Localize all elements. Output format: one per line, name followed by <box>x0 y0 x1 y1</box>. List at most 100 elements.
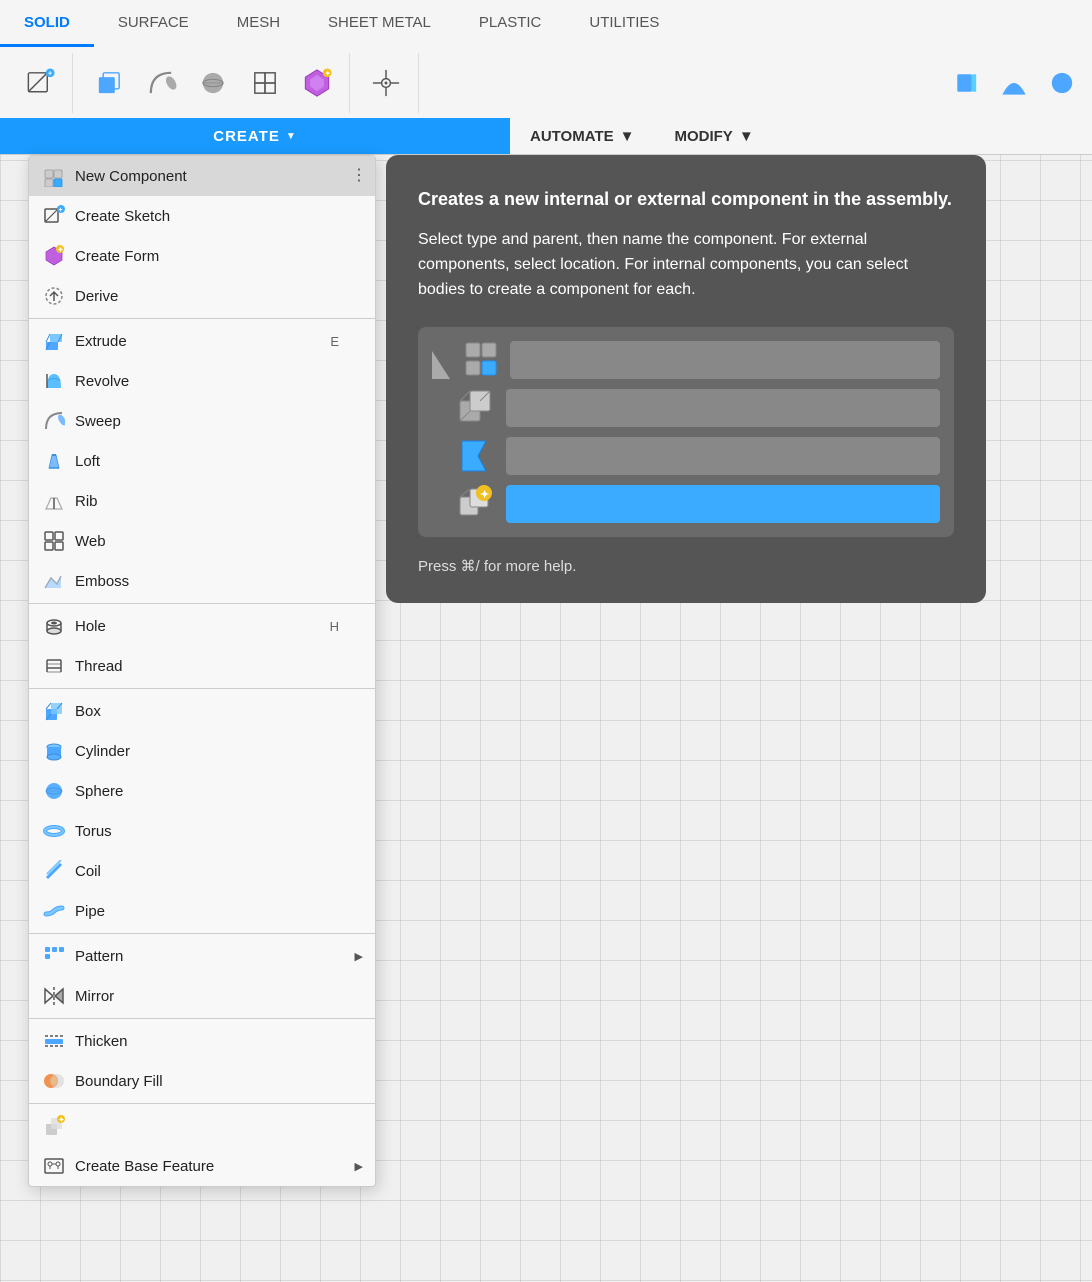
create-base-feature-icon: ✦ <box>43 1115 65 1137</box>
menu-item-web[interactable]: Web <box>29 521 375 561</box>
menu-item-sweep[interactable]: Sweep <box>29 401 375 441</box>
sheet-metal-icon-group <box>354 53 419 113</box>
menu-item-loft[interactable]: Loft <box>29 441 375 481</box>
cylinder-icon <box>43 740 65 762</box>
menu-item-thread[interactable]: Thread <box>29 646 375 686</box>
component-selector-illustration: ✦ <box>418 327 954 537</box>
automate-label: AUTOMATE <box>530 128 614 145</box>
svg-text:✦: ✦ <box>325 69 331 77</box>
comp-row-new <box>432 341 940 379</box>
new-component-label: New Component <box>75 168 187 185</box>
revolve-icon <box>43 370 65 392</box>
tooltip-title: Creates a new internal or external compo… <box>418 187 954 212</box>
menu-item-derive[interactable]: Derive <box>29 276 375 316</box>
menu-item-rib[interactable]: Rib <box>29 481 375 521</box>
svg-text:+: + <box>59 207 63 214</box>
loft-label: Loft <box>75 453 100 470</box>
sketch-icon[interactable]: + <box>18 61 62 105</box>
menu-item-revolve[interactable]: Revolve <box>29 361 375 401</box>
tab-sheet-metal[interactable]: SHEET METAL <box>304 0 455 47</box>
sphere-icon <box>43 780 65 802</box>
menu-item-create-base-feature[interactable]: ✦ <box>29 1106 375 1146</box>
automate-button[interactable]: AUTOMATE ▼ <box>510 118 654 154</box>
sphere-icon[interactable] <box>191 61 235 105</box>
create-button[interactable]: CREATE ▼ <box>0 118 510 154</box>
divider-4 <box>29 933 375 934</box>
menu-item-torus[interactable]: Torus <box>29 811 375 851</box>
menu-item-sphere[interactable]: Sphere <box>29 771 375 811</box>
modify-icon-2[interactable] <box>992 61 1036 105</box>
divider-5 <box>29 1018 375 1019</box>
comp-row-standard <box>432 389 940 427</box>
create-pcb-label: Create Base Feature <box>75 1158 214 1175</box>
solid-body-icon[interactable] <box>87 61 131 105</box>
create-label: CREATE <box>213 128 280 145</box>
tooltip-footer: Press ⌘/ for more help. <box>418 557 954 575</box>
thread-label: Thread <box>75 658 123 675</box>
transform-icon[interactable] <box>243 61 287 105</box>
tab-plastic[interactable]: PLASTIC <box>455 0 566 47</box>
menu-item-pipe[interactable]: Pipe <box>29 891 375 931</box>
mirror-label: Mirror <box>75 988 114 1005</box>
menu-item-thicken[interactable]: Thicken <box>29 1021 375 1061</box>
rib-icon <box>43 490 65 512</box>
menu-item-mirror[interactable]: Mirror <box>29 976 375 1016</box>
form-icon[interactable]: ✦ <box>295 61 339 105</box>
sweep-label: Sweep <box>75 413 121 430</box>
menu-item-cylinder[interactable]: Cylinder <box>29 731 375 771</box>
create-pcb-arrow-icon: ▶ <box>355 1160 363 1173</box>
sketch-icon-group: + <box>8 53 73 113</box>
revolve-label: Revolve <box>75 373 129 390</box>
create-form-icon: ✦ <box>43 245 65 267</box>
mirror-icon <box>43 985 65 1007</box>
menu-item-coil[interactable]: Coil <box>29 851 375 891</box>
comp-row-external <box>432 437 940 475</box>
tab-solid[interactable]: SOLID <box>0 0 94 47</box>
sheet-metal-icon[interactable] <box>364 61 408 105</box>
comp-row-special: ✦ <box>432 485 940 523</box>
comp-bar-standard <box>506 389 940 427</box>
emboss-icon <box>43 570 65 592</box>
create-dropdown-menu: New Component ⋮ + Create Sketch ✦ Create… <box>28 155 376 1187</box>
hole-icon <box>43 615 65 637</box>
menu-item-new-component[interactable]: New Component ⋮ <box>29 156 375 196</box>
hole-shortcut: H <box>330 619 339 634</box>
divider-3 <box>29 688 375 689</box>
menu-item-emboss[interactable]: Emboss <box>29 561 375 601</box>
menu-item-box[interactable]: Box <box>29 691 375 731</box>
tooltip-body: Select type and parent, then name the co… <box>418 228 954 302</box>
body-icon-group: ✦ <box>77 53 350 113</box>
bottom-toolbar-row: CREATE ▼ AUTOMATE ▼ MODIFY ▼ <box>0 118 1092 154</box>
divider-1 <box>29 318 375 319</box>
comp-bar-external <box>506 437 940 475</box>
tab-utilities[interactable]: UTILITIES <box>565 0 683 47</box>
menu-item-hole[interactable]: Hole H <box>29 606 375 646</box>
menu-item-boundary-fill[interactable]: Boundary Fill <box>29 1061 375 1101</box>
menu-item-create-form[interactable]: ✦ Create Form <box>29 236 375 276</box>
modify-label: MODIFY <box>674 128 732 145</box>
menu-item-create-sketch[interactable]: + Create Sketch <box>29 196 375 236</box>
extrude-shortcut: E <box>330 334 339 349</box>
extrude-label: Extrude <box>75 333 127 350</box>
menu-item-extrude[interactable]: Extrude E <box>29 321 375 361</box>
svg-text:✦: ✦ <box>480 489 489 501</box>
divider-6 <box>29 1103 375 1104</box>
comp-bar-new <box>510 341 940 379</box>
sweep-icon[interactable] <box>139 61 183 105</box>
modify-button[interactable]: MODIFY ▼ <box>654 118 773 154</box>
menu-item-pattern[interactable]: Pattern ▶ <box>29 936 375 976</box>
tab-surface[interactable]: SURFACE <box>94 0 213 47</box>
tab-mesh[interactable]: MESH <box>213 0 304 47</box>
cylinder-label: Cylinder <box>75 743 130 760</box>
automate-arrow-icon: ▼ <box>620 128 635 145</box>
modify-icon-3[interactable] <box>1040 61 1084 105</box>
boundary-fill-label: Boundary Fill <box>75 1073 163 1090</box>
divider-2 <box>29 603 375 604</box>
menu-item-create-pcb[interactable]: Create Base Feature ▶ <box>29 1146 375 1186</box>
pattern-label: Pattern <box>75 948 123 965</box>
modify-icon-1[interactable] <box>944 61 988 105</box>
box-icon <box>43 700 65 722</box>
new-component-more-icon[interactable]: ⋮ <box>351 168 367 184</box>
thicken-label: Thicken <box>75 1033 128 1050</box>
hole-label: Hole <box>75 618 106 635</box>
